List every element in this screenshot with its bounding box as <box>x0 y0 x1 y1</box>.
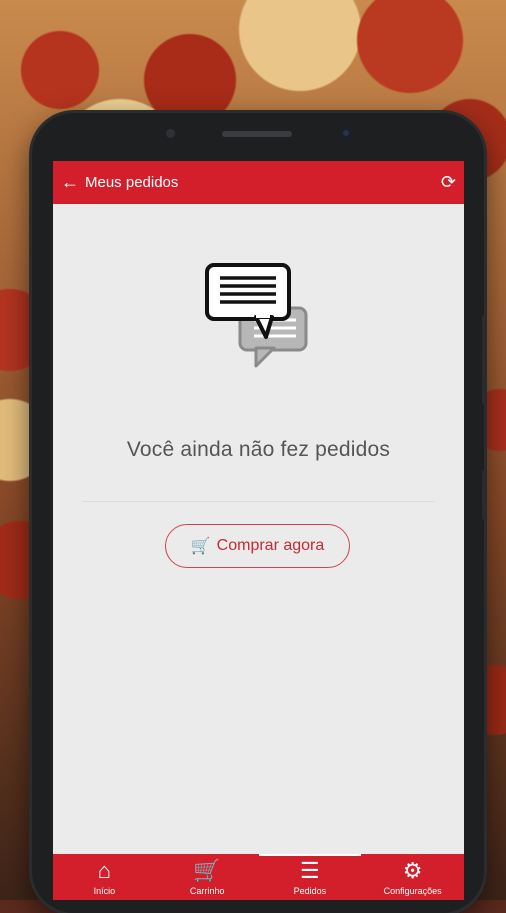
bottom-navigation: ⌂ Início 🛒 Carrinho ☰ Pedidos ⚙ Configur… <box>53 854 464 900</box>
shopping-cart-icon: 🛒 <box>193 858 221 883</box>
divider <box>82 501 435 502</box>
buy-now-label: Comprar agora <box>216 537 325 554</box>
nav-label-orders: Pedidos <box>293 886 327 896</box>
phone-volume-button <box>482 315 487 405</box>
nav-label-home: Início <box>93 886 116 896</box>
nav-label-cart: Carrinho <box>189 886 225 896</box>
nav-item-cart[interactable]: 🛒 Carrinho <box>156 854 259 900</box>
phone-speaker <box>222 131 292 137</box>
nav-label-settings: Configurações <box>383 886 442 896</box>
empty-state: Você ainda não fez pedidos 🛒 Comprar ago… <box>53 204 464 854</box>
empty-message: Você ainda não fez pedidos <box>126 438 391 461</box>
phone-sensor <box>166 129 175 138</box>
nav-item-home[interactable]: ⌂ Início <box>53 854 156 900</box>
page-title: Meus pedidos <box>85 174 179 191</box>
phone-power-button <box>482 470 487 520</box>
app-bar: ← Meus pedidos ⟳ <box>53 161 464 204</box>
app-screen: ← Meus pedidos ⟳ Você ainda não fez pedi… <box>53 161 464 900</box>
list-icon: ☰ <box>300 858 320 883</box>
nav-item-orders[interactable]: ☰ Pedidos <box>258 854 362 900</box>
refresh-icon[interactable]: ⟳ <box>441 172 456 193</box>
arrow-left-icon[interactable]: ← <box>61 172 83 193</box>
nav-item-settings[interactable]: ⚙ Configurações <box>361 854 464 900</box>
chat-bubbles-icon <box>205 263 308 368</box>
phone-camera <box>340 127 352 139</box>
home-icon: ⌂ <box>97 858 112 883</box>
buy-now-button[interactable]: 🛒 Comprar agora <box>165 524 350 568</box>
shopping-cart-icon: 🛒 <box>190 538 211 555</box>
gear-icon: ⚙ <box>402 858 423 883</box>
